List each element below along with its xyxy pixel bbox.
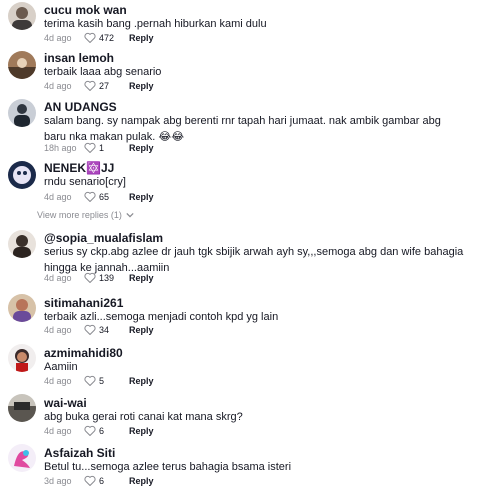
comment-meta: 4d ago 6 Reply xyxy=(44,425,154,436)
avatar[interactable] xyxy=(8,394,36,422)
comment-meta: 3d ago 6 Reply xyxy=(44,475,154,486)
like-count: 34 xyxy=(99,324,110,335)
chevron-down-icon xyxy=(126,212,134,218)
comment-username[interactable]: insan lemoh xyxy=(44,51,114,65)
like-button[interactable]: 65 xyxy=(84,191,123,202)
reply-button[interactable]: Reply xyxy=(129,426,154,436)
reply-button[interactable]: Reply xyxy=(129,273,154,283)
comment-username[interactable]: cucu mok wan xyxy=(44,3,127,17)
comment-time: 3d ago xyxy=(44,475,72,486)
reply-button[interactable]: Reply xyxy=(129,143,154,153)
reply-button[interactable]: Reply xyxy=(129,325,154,335)
comment-text: terbaik laaa abg senario xyxy=(44,66,162,78)
reply-button[interactable]: Reply xyxy=(129,33,154,43)
comment-meta: 4d ago 27 Reply xyxy=(44,80,154,91)
avatar[interactable] xyxy=(8,161,36,189)
comment-text: abg buka gerai roti canai kat mana skrg? xyxy=(44,411,243,423)
heart-outline-icon xyxy=(84,142,96,153)
comment-text: terima kasih bang .pernah hiburkan kami … xyxy=(44,18,267,30)
heart-outline-icon xyxy=(84,375,96,386)
avatar[interactable] xyxy=(8,294,36,322)
heart-outline-icon xyxy=(84,324,96,335)
comment-meta: 4d ago 139 Reply xyxy=(44,272,154,283)
reply-button[interactable]: Reply xyxy=(129,192,154,202)
comment-time: 4d ago xyxy=(44,272,72,283)
comment-time: 4d ago xyxy=(44,191,72,202)
comment-username[interactable]: sitimahani261 xyxy=(44,296,123,310)
like-count: 6 xyxy=(99,425,105,436)
comment-time: 4d ago xyxy=(44,80,72,91)
heart-outline-icon xyxy=(84,272,96,283)
comment-meta: 4d ago 34 Reply xyxy=(44,324,154,335)
comment-username[interactable]: Asfaizah Siti xyxy=(44,446,115,460)
like-button[interactable]: 27 xyxy=(84,80,123,91)
comment-time: 4d ago xyxy=(44,425,72,436)
comment-username[interactable]: wai-wai xyxy=(44,396,87,410)
comment-text: salam bang. sy nampak abg berenti rnr ta… xyxy=(44,115,441,143)
view-more-label: View more replies (1) xyxy=(37,210,122,220)
avatar[interactable] xyxy=(8,51,36,79)
like-count: 65 xyxy=(99,191,110,202)
like-button[interactable]: 472 xyxy=(84,32,123,43)
comment-meta: 4d ago 5 Reply xyxy=(44,375,154,386)
like-button[interactable]: 6 xyxy=(84,475,123,486)
heart-outline-icon xyxy=(84,32,96,43)
comment-text: rndu senario[cry] xyxy=(44,176,126,188)
comment-text: Betul tu...semoga azlee terus bahagia bs… xyxy=(44,461,292,473)
like-button[interactable]: 34 xyxy=(84,324,123,335)
heart-outline-icon xyxy=(84,80,96,91)
like-count: 6 xyxy=(99,475,105,486)
like-button[interactable]: 139 xyxy=(84,272,123,283)
reply-button[interactable]: Reply xyxy=(129,476,154,486)
comment-meta: 4d ago 65 Reply xyxy=(44,191,154,202)
like-button[interactable]: 5 xyxy=(84,375,123,386)
comment-username[interactable]: azmimahidi80 xyxy=(44,346,123,360)
avatar[interactable] xyxy=(8,344,36,372)
comment-time: 4d ago xyxy=(44,324,72,335)
like-count: 139 xyxy=(99,272,115,283)
comment-text: Aamiin xyxy=(44,361,78,373)
avatar[interactable] xyxy=(8,230,36,258)
like-count: 472 xyxy=(99,32,115,43)
like-count: 5 xyxy=(99,375,105,386)
like-button[interactable]: 1 xyxy=(84,142,123,153)
avatar[interactable] xyxy=(8,99,36,127)
reply-button[interactable]: Reply xyxy=(129,376,154,386)
heart-outline-icon xyxy=(84,475,96,486)
comment-text: terbaik azli...semoga menjadi contoh kpd… xyxy=(44,311,279,323)
reply-button[interactable]: Reply xyxy=(129,81,154,91)
avatar[interactable] xyxy=(8,2,36,30)
comment-username[interactable]: AN UDANGS xyxy=(44,100,117,114)
like-button[interactable]: 6 xyxy=(84,425,123,436)
comment-time: 4d ago xyxy=(44,32,72,43)
comment-meta: 4d ago 472 Reply xyxy=(44,32,154,43)
view-more-replies-button[interactable]: View more replies (1) xyxy=(37,210,134,220)
comment-username[interactable]: @sopia_mualafislam xyxy=(44,231,163,245)
heart-outline-icon xyxy=(84,425,96,436)
like-count: 27 xyxy=(99,80,110,91)
heart-outline-icon xyxy=(84,191,96,202)
comment-username[interactable]: NENEK🔯JJ xyxy=(44,161,114,175)
avatar[interactable] xyxy=(8,444,36,472)
like-count: 1 xyxy=(99,142,105,153)
comment-meta: 18h ago 1 Reply xyxy=(44,142,154,153)
comment-time: 18h ago xyxy=(44,142,77,153)
comment-time: 4d ago xyxy=(44,375,72,386)
